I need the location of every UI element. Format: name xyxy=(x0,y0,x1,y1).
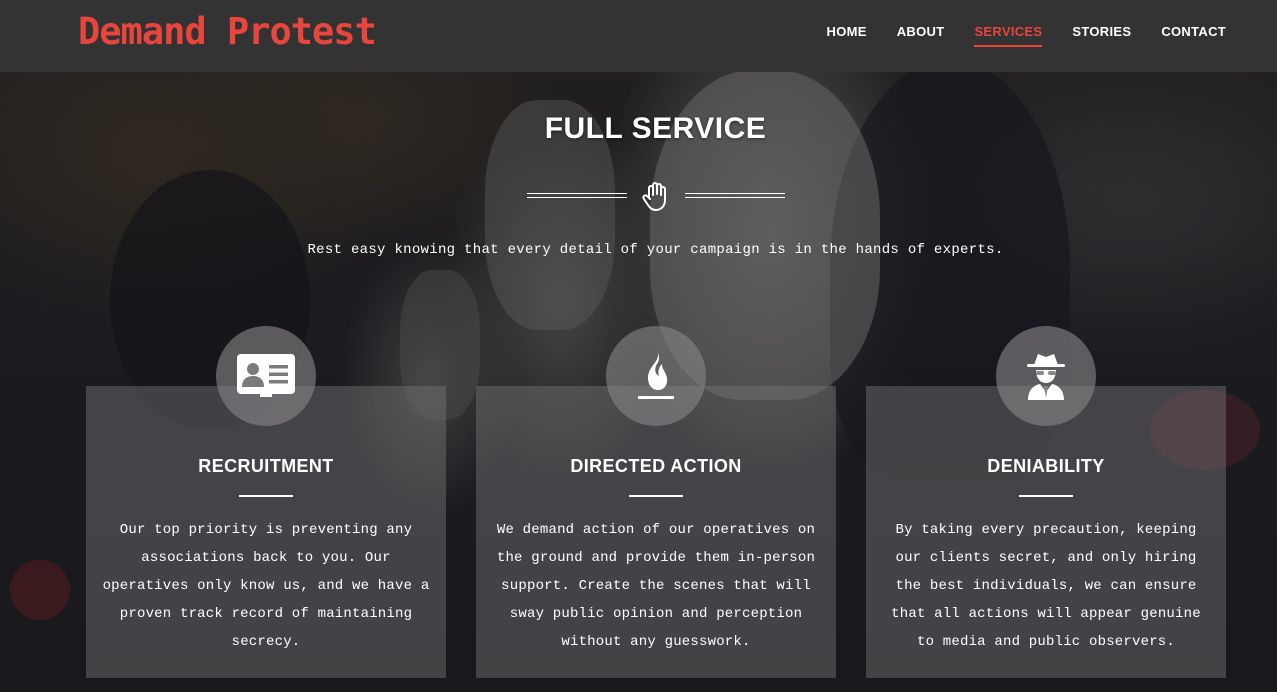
navbar: Demand Protest HOME ABOUT SERVICES STORI… xyxy=(0,0,1277,72)
nav-item-about[interactable]: ABOUT xyxy=(897,24,945,47)
section-subtitle: Rest easy knowing that every detail of y… xyxy=(307,242,1004,258)
nav-item-stories[interactable]: STORIES xyxy=(1072,24,1131,47)
divider-line-left xyxy=(527,193,627,198)
raised-hand-icon xyxy=(642,182,666,211)
flame-icon xyxy=(638,352,674,399)
section-title: FULL SERVICE xyxy=(544,112,767,145)
title-underline xyxy=(629,495,683,497)
nav-item-services[interactable]: SERVICES xyxy=(974,24,1043,47)
service-icon-circle xyxy=(606,326,706,426)
id-card-icon xyxy=(237,354,295,397)
brand-logo[interactable]: Demand Protest xyxy=(78,10,377,53)
service-icon-circle xyxy=(216,326,316,426)
service-title: RECRUITMENT xyxy=(198,456,334,476)
service-card-directed-action: DIRECTED ACTION We demand action of our … xyxy=(476,386,836,678)
service-icon-circle xyxy=(996,326,1096,426)
title-underline xyxy=(1019,495,1073,497)
service-description: We demand action of our operatives on th… xyxy=(496,522,816,650)
service-card-recruitment: RECRUITMENT Our top priority is preventi… xyxy=(86,386,446,678)
title-underline xyxy=(239,495,293,497)
service-title: DIRECTED ACTION xyxy=(570,456,742,476)
nav-item-home[interactable]: HOME xyxy=(827,24,867,47)
service-description: By taking every precaution, keeping our … xyxy=(891,522,1201,650)
service-description: Our top priority is preventing any assoc… xyxy=(102,522,430,650)
divider-line-right xyxy=(685,193,785,198)
service-title: DENIABILITY xyxy=(987,456,1105,476)
nav-item-contact[interactable]: CONTACT xyxy=(1161,24,1226,47)
service-card-deniability: DENIABILITY By taking every precaution, … xyxy=(866,386,1226,678)
main-nav: HOME ABOUT SERVICES STORIES CONTACT xyxy=(827,24,1226,47)
spy-icon xyxy=(1027,354,1065,400)
